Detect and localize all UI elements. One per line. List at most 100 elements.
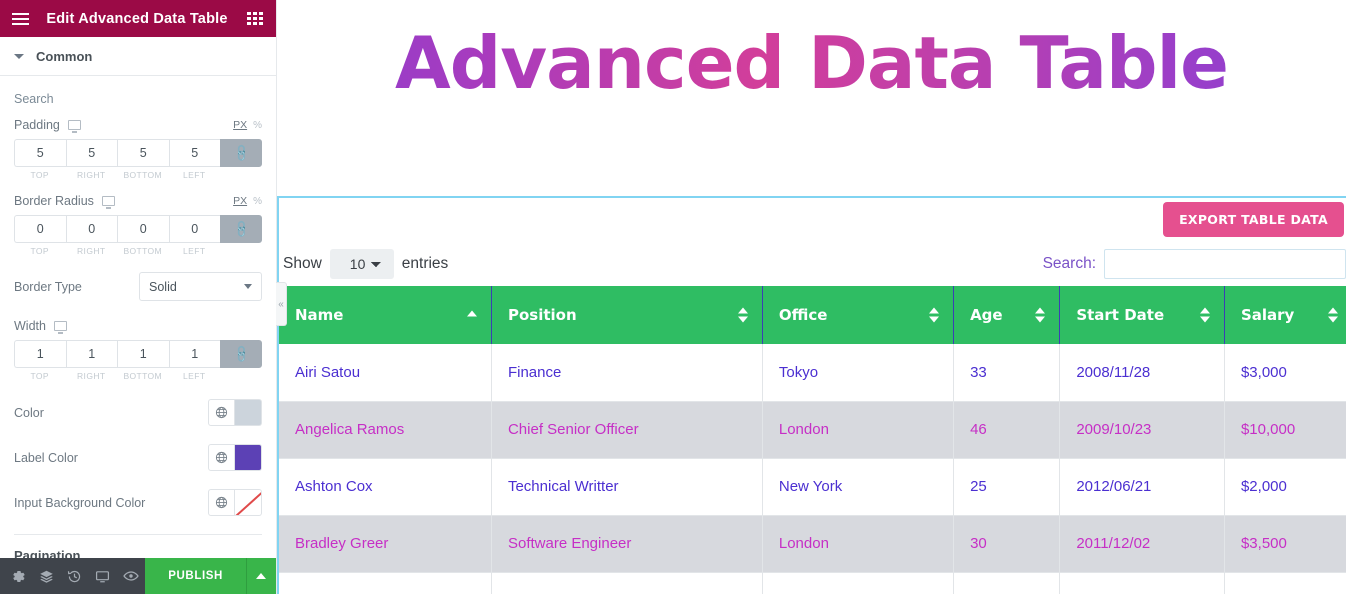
width-left-input[interactable]: 1 xyxy=(168,340,220,368)
cell-office: New York xyxy=(762,458,955,516)
publish-options-button[interactable] xyxy=(245,558,277,594)
border-radius-link-icon[interactable]: 🔗 xyxy=(220,215,262,243)
column-header-office[interactable]: Office xyxy=(762,286,955,344)
padding-bottom-input[interactable]: 5 xyxy=(117,139,169,167)
globe-icon[interactable] xyxy=(208,489,235,516)
column-header-start-date[interactable]: Start Date xyxy=(1059,286,1225,344)
cell-name: Angelica Ramos xyxy=(279,401,492,459)
desktop-icon[interactable] xyxy=(101,196,115,209)
globe-icon[interactable] xyxy=(208,444,235,471)
publish-button[interactable]: PUBLISH xyxy=(145,558,246,594)
border-type-label: Border Type xyxy=(14,279,82,294)
cell-position: Software Engineer xyxy=(491,515,763,573)
padding-label: Padding xyxy=(14,118,60,132)
responsive-icon[interactable] xyxy=(89,558,117,594)
group-pagination-label: Pagination xyxy=(14,548,81,558)
data-table-widget[interactable]: EXPORT TABLE DATA Show 102550100 entries… xyxy=(277,196,1346,594)
label-color-swatch[interactable] xyxy=(235,444,262,471)
color-label: Color xyxy=(14,405,44,420)
input-bg-color-control xyxy=(208,489,262,516)
entries-per-page-select[interactable]: 102550100 xyxy=(329,249,394,279)
color-swatch[interactable] xyxy=(235,399,262,426)
width-label: Width xyxy=(14,319,46,333)
border-radius-units: PX % xyxy=(233,195,262,207)
padding-top-input[interactable]: 5 xyxy=(14,139,66,167)
width-link-icon[interactable]: 🔗 xyxy=(220,340,262,368)
desktop-icon[interactable] xyxy=(53,321,67,334)
cell-age: 33 xyxy=(953,344,1061,402)
column-header-position[interactable]: Position xyxy=(491,286,763,344)
padding-link-icon[interactable]: 🔗 xyxy=(220,139,262,167)
panel-footer: PUBLISH xyxy=(0,558,277,594)
input-bg-color-label: Input Background Color xyxy=(14,495,146,510)
panel-collapse-handle[interactable]: « xyxy=(276,282,287,326)
globe-icon[interactable] xyxy=(208,399,235,426)
table-search-control: Search: xyxy=(1043,249,1346,279)
padding-left-input[interactable]: 5 xyxy=(168,139,220,167)
table-row[interactable]: Angelica Ramos Chief Senior Officer Lond… xyxy=(279,401,1346,459)
width-bottom-input[interactable]: 1 xyxy=(117,340,169,368)
border-radius-inputs: 0 0 0 0 🔗 xyxy=(14,215,262,243)
column-header-age[interactable]: Age xyxy=(953,286,1061,344)
table-row[interactable] xyxy=(279,572,1346,594)
input-bg-color-swatch[interactable] xyxy=(235,489,262,516)
padding-right-input[interactable]: 5 xyxy=(65,139,117,167)
sort-icon xyxy=(1199,307,1210,323)
table-head: Name Position Office Age Start Date Sala… xyxy=(279,286,1346,344)
hamburger-icon[interactable] xyxy=(0,0,40,37)
gear-icon[interactable] xyxy=(4,558,32,594)
chevron-down-icon xyxy=(244,284,252,289)
table-header-row: Name Position Office Age Start Date Sala… xyxy=(279,286,1346,344)
table-row[interactable]: Ashton Cox Technical Writter New York 25… xyxy=(279,458,1346,516)
section-common[interactable]: Common xyxy=(0,37,276,76)
export-table-data-button[interactable]: EXPORT TABLE DATA xyxy=(1163,202,1344,237)
border-type-select[interactable]: Solid xyxy=(139,272,262,301)
column-label: Position xyxy=(507,306,577,324)
cell-name: Bradley Greer xyxy=(279,515,492,573)
unit-percent[interactable]: % xyxy=(253,196,262,207)
cell-age: 30 xyxy=(953,515,1061,573)
show-entries-control: Show 102550100 entries xyxy=(283,249,448,279)
cell-age xyxy=(953,572,1061,594)
page-title: Advanced Data Table xyxy=(277,22,1346,105)
padding-control-row: Padding PX % xyxy=(14,118,262,133)
desktop-icon[interactable] xyxy=(67,120,81,133)
br-caption-bottom: BOTTOM xyxy=(123,246,163,256)
column-label: Office xyxy=(778,306,828,324)
sort-ascending-icon xyxy=(466,310,477,320)
table-row[interactable]: Airi Satou Finance Tokyo 33 2008/11/28 $… xyxy=(279,344,1346,402)
w-caption-right: RIGHT xyxy=(77,371,106,381)
padding-caption-spacer xyxy=(220,170,262,180)
label-color-control xyxy=(208,444,262,471)
history-icon[interactable] xyxy=(61,558,89,594)
column-header-salary[interactable]: Salary xyxy=(1224,286,1346,344)
cell-salary: $2,000 xyxy=(1224,458,1346,516)
unit-px[interactable]: PX xyxy=(233,119,247,131)
cell-start-date: 2011/12/02 xyxy=(1059,515,1225,573)
width-top-input[interactable]: 1 xyxy=(14,340,66,368)
unit-px[interactable]: PX xyxy=(233,195,247,207)
width-label-wrap: Width xyxy=(14,319,67,334)
border-radius-bottom-input[interactable]: 0 xyxy=(117,215,169,243)
table-search-input[interactable] xyxy=(1104,249,1346,279)
grid-icon[interactable] xyxy=(234,0,276,37)
layers-icon[interactable] xyxy=(32,558,60,594)
cell-office: Tokyo xyxy=(762,344,955,402)
cell-position xyxy=(491,572,763,594)
cell-position: Finance xyxy=(491,344,763,402)
column-header-name[interactable]: Name xyxy=(279,286,492,344)
width-right-input[interactable]: 1 xyxy=(65,340,117,368)
br-caption-right: RIGHT xyxy=(77,246,106,256)
label-color-row: Label Color xyxy=(14,444,262,471)
preview-icon[interactable] xyxy=(117,558,145,594)
column-label: Age xyxy=(970,306,1003,324)
unit-percent[interactable]: % xyxy=(253,120,262,131)
border-radius-top-input[interactable]: 0 xyxy=(14,215,66,243)
cell-position: Technical Writter xyxy=(491,458,763,516)
table-row[interactable]: Bradley Greer Software Engineer London 3… xyxy=(279,515,1346,573)
panel-title: Edit Advanced Data Table xyxy=(46,10,228,27)
border-radius-left-input[interactable]: 0 xyxy=(168,215,220,243)
border-radius-right-input[interactable]: 0 xyxy=(65,215,117,243)
table-toolbar: Show 102550100 entries Search: xyxy=(279,242,1346,286)
w-caption-left: LEFT xyxy=(183,371,206,381)
